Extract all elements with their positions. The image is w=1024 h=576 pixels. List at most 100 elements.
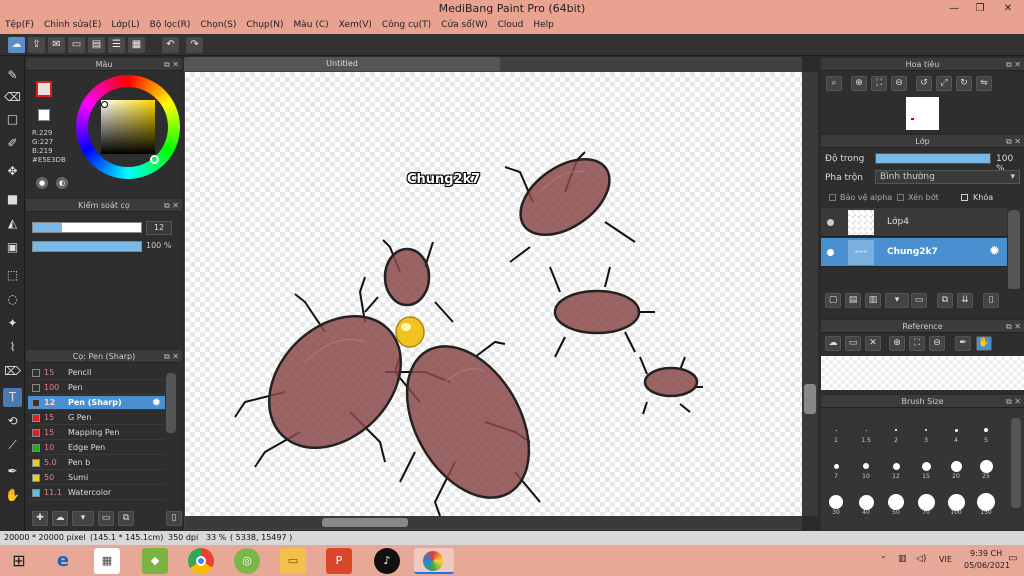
gear-icon[interactable]: ✹	[152, 396, 161, 410]
brush-item[interactable]: 12 Pen (Sharp) ✹	[28, 396, 165, 410]
redo-icon[interactable]: ↷	[186, 37, 203, 53]
merge-layer-icon[interactable]: ⇊	[957, 293, 973, 308]
brush-delete-icon[interactable]: ▯	[166, 511, 182, 526]
add-brush-icon[interactable]: ✚	[32, 511, 48, 526]
new-layer-icon[interactable]: ▢	[825, 293, 841, 308]
cloud-icon[interactable]: ☁	[8, 37, 25, 53]
menu-snap[interactable]: Chụp(N)	[241, 17, 288, 33]
layer-item[interactable]: Lớp4	[821, 208, 1007, 237]
text-tool-icon[interactable]: T	[3, 388, 22, 407]
brush-size-scrollbar[interactable]	[1011, 418, 1021, 508]
clipping-checkbox[interactable]	[897, 194, 904, 201]
rotate-right-icon[interactable]: ↻	[956, 76, 972, 91]
brush-tool-icon[interactable]: ✎	[3, 66, 22, 85]
brush-menu-icon[interactable]: ▾	[72, 511, 94, 526]
brush-size-dot[interactable]	[947, 493, 965, 511]
apps-icon[interactable]: ▦	[94, 548, 120, 574]
new-folder-icon[interactable]: ▭	[911, 293, 927, 308]
brush-size-dot[interactable]	[888, 494, 904, 510]
tray-arrow-icon[interactable]: ⌃	[880, 555, 887, 564]
layer-opacity-slider[interactable]	[875, 153, 991, 164]
eye-icon[interactable]	[827, 219, 834, 226]
brush-size-slider[interactable]	[32, 222, 142, 233]
grid-icon[interactable]: ▦	[128, 37, 145, 53]
canvas-horizontal-scrollbar[interactable]	[185, 516, 802, 529]
file-explorer-icon[interactable]: ▭	[280, 548, 306, 574]
close-button[interactable]: ✕	[994, 0, 1022, 17]
gear-icon[interactable]: ✹	[989, 244, 1000, 259]
clock-date[interactable]: 05/06/2021	[964, 561, 1010, 570]
reference-cloud-icon[interactable]: ☁	[825, 336, 841, 351]
reference-fit-icon[interactable]: ⛶	[909, 336, 925, 351]
brush-size-dot[interactable]	[833, 463, 839, 469]
menu-select[interactable]: Chọn(S)	[195, 17, 241, 33]
panel-options-icon[interactable]: ⧉ ✕	[164, 199, 179, 212]
powerpoint-icon[interactable]: P	[326, 548, 352, 574]
panel-options-icon[interactable]: ⧉ ✕	[164, 58, 179, 71]
brush-size-dot[interactable]	[925, 429, 927, 431]
brush-size-dot[interactable]	[829, 495, 843, 509]
tiktok-icon[interactable]: ♪	[374, 548, 400, 574]
menu-edit[interactable]: Chỉnh sửa(E)	[39, 17, 106, 33]
secondary-color-swatch[interactable]	[38, 109, 50, 121]
clock-time[interactable]: 9:39 CH	[970, 549, 1002, 558]
rectangle-tool-icon[interactable]: □	[3, 110, 22, 129]
brush-size-dot[interactable]	[892, 462, 900, 470]
menu-filter[interactable]: Bộ lọc(R)	[145, 17, 196, 33]
rotate-left-icon[interactable]: ↺	[916, 76, 932, 91]
panel-options-icon[interactable]: ⧉ ✕	[164, 350, 179, 363]
brush-folder-icon[interactable]: ▭	[98, 511, 114, 526]
palette-edit-icon[interactable]: ◐	[56, 177, 68, 189]
brush-item[interactable]: 15 G Pen	[28, 411, 165, 425]
navigator-preview[interactable]	[906, 97, 939, 130]
panel-options-icon[interactable]: ⧉ ✕	[1006, 58, 1021, 71]
share-icon[interactable]: ⇪	[28, 37, 45, 53]
eye-icon[interactable]	[827, 249, 834, 256]
layer-menu-icon[interactable]: ▾	[885, 293, 909, 308]
hue-wheel[interactable]	[76, 75, 180, 179]
maximize-button[interactable]: ❐	[966, 0, 994, 17]
brush-size-value[interactable]: 12	[146, 221, 172, 235]
menu-view[interactable]: Xem(V)	[334, 17, 377, 33]
comment-icon[interactable]: ✉	[48, 37, 65, 53]
divide-tool-icon[interactable]: ⟋	[3, 436, 22, 455]
hand-tool-icon[interactable]: ✋	[3, 486, 22, 505]
list-icon[interactable]: ☰	[108, 37, 125, 53]
fit-window-icon[interactable]: ⤢	[936, 76, 952, 91]
brush-item[interactable]: 11.1 Watercolor	[28, 486, 165, 500]
network-icon[interactable]: ▥	[898, 554, 907, 564]
menu-file[interactable]: Tệp(F)	[0, 17, 39, 33]
brush-cloud-icon[interactable]: ☁	[52, 511, 68, 526]
operation-tool-icon[interactable]: ⟲	[3, 412, 22, 431]
lock-checkbox[interactable]	[961, 194, 968, 201]
brush-copy-icon[interactable]: ⧉	[118, 511, 134, 526]
brush-item[interactable]: 100 Pen	[28, 381, 165, 395]
menu-help[interactable]: Help	[528, 17, 559, 33]
document-icon[interactable]: ▤	[88, 37, 105, 53]
drawing-canvas[interactable]: Chung2k7	[185, 72, 802, 516]
zoom-out-icon[interactable]: ⊖	[891, 76, 907, 91]
reference-eyedropper-icon[interactable]: ✒	[955, 336, 971, 351]
brush-item[interactable]: 50 Sumi	[28, 471, 165, 485]
gradient-tool-icon[interactable]: ▣	[3, 238, 22, 257]
pen-tool-icon[interactable]: ✐	[3, 134, 22, 153]
language-indicator[interactable]: VIE	[939, 555, 952, 564]
brush-item[interactable]: 15 Mapping Pen	[28, 426, 165, 440]
brush-size-dot[interactable]	[863, 463, 869, 469]
primary-color-swatch[interactable]	[36, 81, 52, 97]
panel-options-icon[interactable]: ⧉ ✕	[1006, 395, 1021, 408]
move-tool-icon[interactable]: ✥	[3, 162, 22, 181]
menu-tools[interactable]: Công cụ(T)	[377, 17, 436, 33]
zoom-in-icon[interactable]: ⊕	[851, 76, 867, 91]
brush-opacity-slider[interactable]	[32, 241, 142, 252]
volume-icon[interactable]: ◁)	[916, 554, 926, 564]
notification-icon[interactable]: ▭	[1008, 553, 1017, 564]
lasso-select-icon[interactable]: ◌	[3, 290, 22, 309]
panel-options-icon[interactable]: ⧉ ✕	[1006, 135, 1021, 148]
brush-size-dot[interactable]	[858, 494, 874, 510]
brush-size-dot[interactable]	[954, 428, 958, 432]
layer-item-selected[interactable]: ≈≈≈ Chung2k7 ✹	[821, 238, 1007, 267]
document-tab[interactable]: Untitled	[184, 57, 500, 71]
brush-size-dot[interactable]	[835, 429, 837, 431]
bucket-tool-icon[interactable]: ◭	[3, 214, 22, 233]
